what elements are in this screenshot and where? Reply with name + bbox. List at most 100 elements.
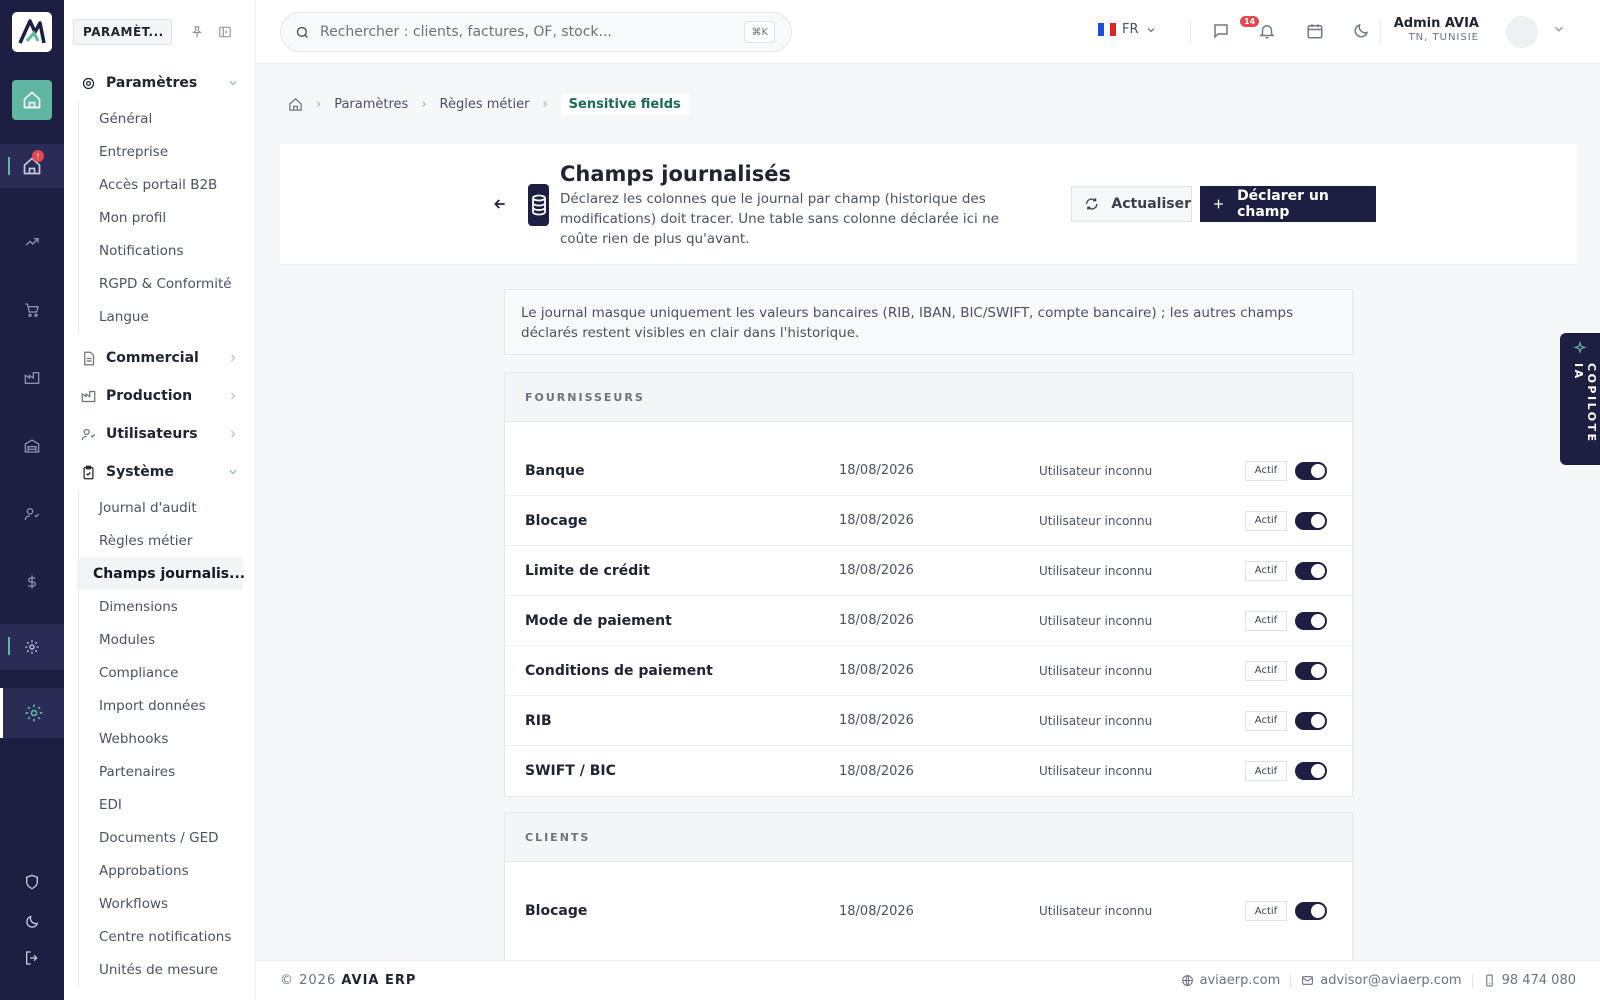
- field-date: 18/08/2026: [839, 713, 914, 728]
- breadcrumb-current: Sensitive fields: [560, 94, 689, 115]
- sidebar-group-utilisateurs[interactable]: Utilisateurs: [64, 415, 255, 453]
- search-input[interactable]: Rechercher : clients, factures, OF, stoc…: [320, 24, 612, 40]
- sidebar-group-label: Paramètres: [106, 75, 198, 91]
- moon-icon[interactable]: [1352, 22, 1370, 40]
- phone-link[interactable]: 98 474 080: [1502, 973, 1576, 988]
- copyright: © 2026: [280, 973, 337, 988]
- declare-label: Déclarer un champ: [1237, 188, 1329, 220]
- chat-icon[interactable]: [1212, 22, 1230, 40]
- refresh-button[interactable]: Actualiser: [1071, 186, 1192, 222]
- active-toggle[interactable]: [1295, 511, 1327, 530]
- sidebar-group-systeme[interactable]: Système: [64, 453, 255, 491]
- field-user: Utilisateur inconnu: [1039, 513, 1153, 528]
- document-icon: [84, 351, 95, 365]
- sidebar-group-commercial[interactable]: Commercial: [64, 339, 255, 377]
- active-toggle[interactable]: [1295, 762, 1327, 780]
- sidebar-item-mon-profil[interactable]: Mon profil: [79, 201, 255, 234]
- field-user: Utilisateur inconnu: [1039, 904, 1153, 918]
- sidebar-item-rgpd[interactable]: RGPD & Conformité: [79, 267, 255, 300]
- footer-website[interactable]: aviaerp.com: [1181, 973, 1281, 988]
- field-name: Banque: [525, 462, 585, 479]
- active-toggle[interactable]: [1295, 711, 1327, 730]
- system-settings-icon[interactable]: [0, 688, 64, 738]
- sidebar-group-production[interactable]: Production: [64, 377, 255, 415]
- sidebar-item-partenaires[interactable]: Partenaires: [79, 755, 255, 788]
- field-list: Banque 18/08/2026 Utilisateur inconnu Ac…: [505, 446, 1352, 796]
- active-toggle[interactable]: [1295, 902, 1327, 920]
- sidebar-group-parametres[interactable]: Paramètres: [64, 64, 255, 102]
- shield-icon[interactable]: [0, 860, 64, 904]
- dollar-icon[interactable]: [0, 560, 64, 604]
- sidebar-item-approbations[interactable]: Approbations: [79, 854, 255, 887]
- active-toggle[interactable]: [1295, 611, 1327, 630]
- avatar[interactable]: [1506, 16, 1538, 48]
- warehouse-icon[interactable]: [0, 424, 64, 468]
- sidebar-item-import-donnees[interactable]: Import données: [79, 689, 255, 722]
- systeme-submenu: Journal d'audit Règles métier Champs jou…: [78, 491, 255, 986]
- active-toggle[interactable]: [1295, 461, 1327, 480]
- factory-icon[interactable]: [0, 356, 64, 400]
- field-date: 18/08/2026: [839, 763, 914, 779]
- sidebar-item-webhooks[interactable]: Webhooks: [79, 722, 255, 755]
- back-arrow-icon[interactable]: [492, 196, 508, 212]
- copilot-label: COPILOTE IA: [1572, 363, 1598, 444]
- bell-icon[interactable]: [1258, 22, 1276, 40]
- calendar-icon[interactable]: [1306, 22, 1324, 40]
- sidebar-item-journal-audit[interactable]: Journal d'audit: [79, 491, 255, 524]
- declare-field-button[interactable]: Déclarer un champ: [1200, 186, 1376, 222]
- footer-phone[interactable]: 98 474 080: [1483, 973, 1576, 988]
- section-card-clients: CLIENTS Blocage 18/08/2026 Utilisateur i…: [504, 812, 1353, 960]
- chevron-right-icon: ›: [421, 97, 427, 112]
- section-title: FOURNISSEURS: [505, 373, 1352, 422]
- user-menu[interactable]: Admin AVIA TN, TUNISIE: [1372, 16, 1479, 43]
- sidebar-item-edi[interactable]: EDI: [79, 788, 255, 821]
- app-logo[interactable]: [12, 12, 52, 52]
- active-toggle[interactable]: [1295, 561, 1327, 580]
- sidebar-item-documents-ged[interactable]: Documents / GED: [79, 821, 255, 854]
- website-link[interactable]: aviaerp.com: [1200, 973, 1281, 988]
- users-icon[interactable]: [0, 492, 64, 536]
- field-name: Mode de paiement: [525, 612, 672, 629]
- status-badge: Actif: [1245, 901, 1287, 921]
- logout-icon[interactable]: [0, 936, 64, 980]
- email-link[interactable]: advisor@aviaerp.com: [1320, 973, 1461, 988]
- home-icon[interactable]: [288, 97, 303, 112]
- global-search[interactable]: Rechercher : clients, factures, OF, stoc…: [280, 12, 792, 52]
- sidebar-item-notifications[interactable]: Notifications: [79, 234, 255, 267]
- sidebar-item-entreprise[interactable]: Entreprise: [79, 135, 255, 168]
- sidebar-item-modules[interactable]: Modules: [79, 623, 255, 656]
- sidebar-group-label: Utilisateurs: [106, 426, 198, 442]
- copilot-tab[interactable]: COPILOTE IA: [1560, 333, 1600, 465]
- sidebar-item-regles-metier[interactable]: Règles métier: [79, 524, 255, 557]
- sidebar-item-dimensions[interactable]: Dimensions: [79, 590, 255, 623]
- breadcrumb-item-regles-metier[interactable]: Règles métier: [440, 97, 530, 112]
- table-row: Banque 18/08/2026 Utilisateur inconnu Ac…: [505, 446, 1352, 496]
- breadcrumb-item-parametres[interactable]: Paramètres: [334, 97, 408, 112]
- footer-email[interactable]: advisor@aviaerp.com: [1301, 973, 1462, 988]
- search-icon: [296, 26, 308, 38]
- home-icon[interactable]: [12, 80, 52, 120]
- sidebar-group-label: Commercial: [106, 350, 199, 366]
- cart-icon[interactable]: [0, 288, 64, 332]
- sidebar-item-portail-b2b[interactable]: Accès portail B2B: [79, 168, 255, 201]
- sidebar-item-unites-mesure[interactable]: Unités de mesure: [79, 953, 255, 986]
- dashboard-icon[interactable]: !: [0, 144, 64, 188]
- trending-icon[interactable]: [0, 220, 64, 264]
- collapse-sidebar-icon[interactable]: [218, 25, 232, 39]
- sidebar-item-general[interactable]: Général: [79, 102, 255, 135]
- chevron-down-icon: [1147, 27, 1154, 32]
- active-toggle[interactable]: [1295, 661, 1327, 680]
- pin-icon[interactable]: [190, 25, 204, 39]
- footer-brand: © 2026 AVIA ERP: [280, 973, 416, 988]
- sidebar: PARAMÈT... Paramètres Général Entreprise…: [64, 0, 256, 1000]
- language-selector[interactable]: FR: [1098, 22, 1157, 37]
- sidebar-item-workflows[interactable]: Workflows: [79, 887, 255, 920]
- sidebar-item-centre-notifications[interactable]: Centre notifications: [79, 920, 255, 953]
- settings-icon[interactable]: [0, 624, 64, 670]
- chevron-right-icon: ›: [316, 97, 322, 112]
- chevron-down-icon[interactable]: [1552, 22, 1566, 36]
- parametres-submenu: Général Entreprise Accès portail B2B Mon…: [78, 102, 255, 333]
- sidebar-item-compliance[interactable]: Compliance: [79, 656, 255, 689]
- sidebar-item-champs-journalises[interactable]: Champs journalis...: [79, 557, 245, 590]
- sidebar-item-langue[interactable]: Langue: [79, 300, 255, 333]
